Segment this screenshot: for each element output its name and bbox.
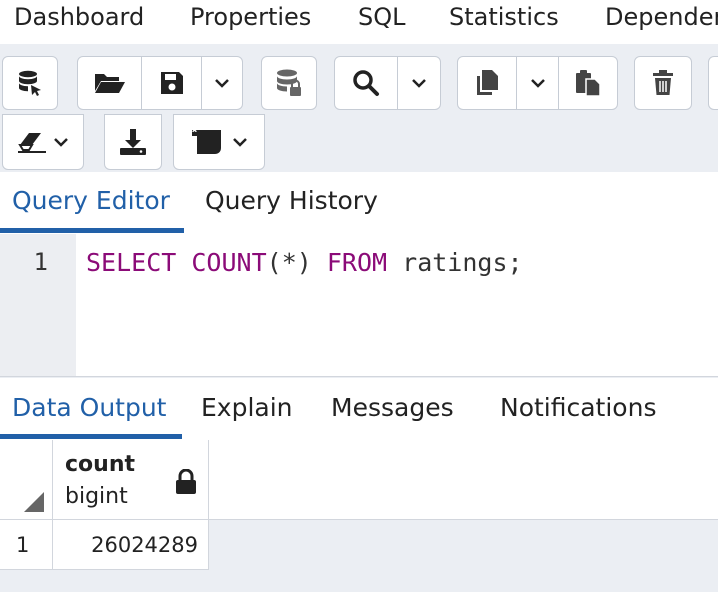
file-button-group	[77, 56, 243, 110]
save-button[interactable]	[142, 57, 202, 109]
column-header-count[interactable]: count bigint	[53, 440, 209, 520]
tab-dashboard[interactable]: Dashboard	[14, 0, 144, 36]
clear-button[interactable]	[2, 114, 84, 170]
code-table-name: ratings;	[402, 248, 523, 277]
code-star: (*)	[266, 248, 312, 277]
keyword-count: COUNT	[191, 248, 267, 277]
tab-messages[interactable]: Messages	[331, 378, 454, 438]
line-number: 1	[33, 248, 48, 276]
chevron-down-icon	[215, 79, 229, 88]
database-lock-icon	[277, 69, 301, 96]
tab-statistics[interactable]: Statistics	[449, 0, 559, 36]
paste-icon	[575, 70, 601, 97]
chevron-down-icon	[54, 138, 68, 147]
tab-query-history[interactable]: Query History	[205, 172, 378, 230]
keyword-from: FROM	[326, 248, 388, 277]
query-tab-bar: Query Editor Query History	[0, 172, 718, 235]
download-button[interactable]	[104, 114, 162, 170]
copy-button[interactable]	[458, 57, 518, 109]
search-icon	[353, 70, 379, 96]
tab-notifications[interactable]: Notifications	[500, 378, 656, 438]
corner-triangle-icon	[24, 492, 44, 512]
find-button[interactable]	[335, 57, 398, 109]
line-gutter: 1	[0, 234, 76, 376]
trash-icon	[653, 70, 673, 95]
find-button-group	[334, 56, 441, 110]
paste-button[interactable]	[559, 57, 617, 109]
chevron-down-icon	[530, 79, 545, 88]
keyword-select: SELECT	[86, 248, 177, 277]
chevron-down-icon	[412, 79, 426, 88]
header-filler	[209, 440, 718, 520]
select-all-corner[interactable]	[0, 440, 53, 520]
row-number[interactable]: 1	[0, 520, 53, 570]
sql-editor[interactable]: 1 SELECT COUNT(*) FROM ratings;	[0, 234, 718, 377]
open-file-button[interactable]	[78, 57, 142, 109]
chevron-down-icon	[233, 138, 247, 147]
column-type: bigint	[65, 484, 128, 509]
column-name: count	[65, 452, 135, 477]
database-button[interactable]	[2, 56, 58, 110]
clipboard-button-group	[457, 56, 618, 110]
code-line[interactable]: SELECT COUNT(*) FROM ratings;	[86, 248, 523, 277]
tab-properties[interactable]: Properties	[190, 0, 311, 36]
tab-explain[interactable]: Explain	[201, 378, 293, 438]
download-icon	[120, 129, 146, 155]
find-options-dropdown[interactable]	[398, 57, 440, 109]
database-lock-button[interactable]	[261, 56, 317, 110]
macros-button[interactable]	[173, 114, 265, 170]
tab-sql[interactable]: SQL	[358, 0, 406, 36]
active-tab-indicator	[0, 228, 184, 233]
tab-data-output[interactable]: Data Output	[12, 378, 166, 438]
save-icon	[160, 72, 183, 94]
active-tab-indicator	[0, 434, 182, 439]
eraser-icon	[18, 133, 46, 153]
more-toolbar-button[interactable]	[708, 56, 718, 110]
copy-options-dropdown[interactable]	[517, 57, 559, 109]
scroll-icon	[192, 129, 221, 154]
top-tab-bar: Dashboard Properties SQL Statistics Depe…	[0, 0, 718, 45]
table-cell[interactable]: 26024289	[53, 520, 209, 570]
save-options-dropdown[interactable]	[202, 57, 242, 109]
lock-icon	[176, 469, 196, 494]
query-toolbar	[0, 44, 718, 172]
tab-dependencies[interactable]: Dependencies	[605, 0, 718, 36]
delete-button[interactable]	[634, 56, 692, 110]
copy-icon	[477, 70, 499, 95]
output-tab-bar: Data Output Explain Messages Notificatio…	[0, 378, 718, 441]
tab-query-editor[interactable]: Query Editor	[12, 172, 170, 230]
database-icon	[19, 70, 41, 96]
folder-open-icon	[94, 74, 125, 93]
result-grid: count bigint 1 26024289	[0, 440, 718, 592]
